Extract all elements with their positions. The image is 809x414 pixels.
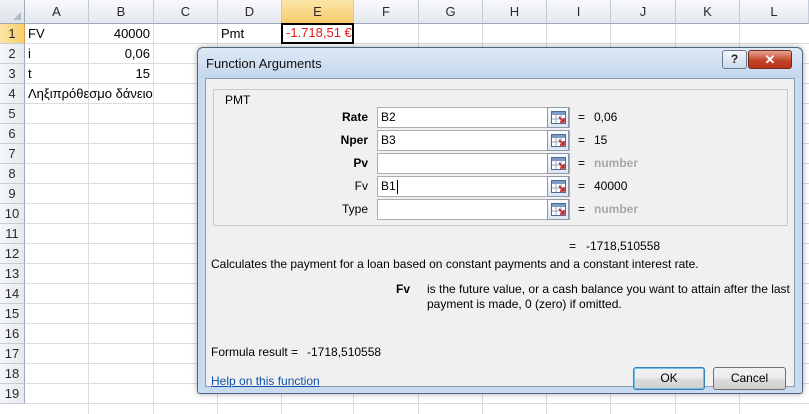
arg-equals-nper: = (578, 133, 586, 147)
column-header-k[interactable]: K (676, 0, 740, 24)
column-header-a[interactable]: A (25, 0, 89, 24)
range-select-icon (551, 134, 566, 147)
text-caret (397, 180, 398, 194)
dialog-titlebar[interactable]: Function Arguments ? ✕ (198, 48, 802, 78)
arg-input-nper[interactable]: B3 (377, 130, 570, 151)
arg-label-type: Type (341, 202, 368, 216)
arg-help-text-line2: payment is made, 0 (zero) if omitted. (427, 297, 622, 311)
arg-result-type: number (594, 202, 639, 216)
row-header-14[interactable]: 14 (0, 284, 25, 304)
row-header-13[interactable]: 13 (0, 264, 25, 284)
arg-result-rate: 0,06 (594, 110, 618, 124)
collapse-dialog-type-button[interactable] (547, 199, 569, 220)
arg-input-type[interactable] (377, 199, 570, 220)
row-header-5[interactable]: 5 (0, 104, 25, 124)
arg-result-nper: 15 (594, 133, 608, 147)
arg-result-pv: number (594, 156, 639, 170)
column-header-g[interactable]: G (419, 0, 483, 24)
arg-equals-fv: = (578, 179, 586, 193)
overall-result-equals: = (569, 239, 577, 253)
column-header-e[interactable]: E (282, 0, 354, 24)
collapse-dialog-fv-button[interactable] (547, 176, 569, 197)
cell-e1[interactable]: -1.718,51 € (281, 23, 354, 44)
cancel-button[interactable]: Cancel (713, 367, 786, 390)
column-header-j[interactable]: J (611, 0, 676, 24)
row-header-19[interactable]: 19 (0, 384, 25, 404)
row-header-17[interactable]: 17 (0, 344, 25, 364)
cell-b3[interactable]: 15 (89, 64, 153, 83)
arg-label-nper: Nper (340, 133, 368, 147)
arg-help-name: Fv (396, 282, 411, 296)
row-header-10[interactable]: 10 (0, 204, 25, 224)
function-groupbox: PMT Rate B2 = 0,06 Nper B3 = 15 Pv = number Fv B1 = 40… (213, 89, 788, 226)
cell-a3[interactable]: t (25, 64, 88, 83)
close-button[interactable]: ✕ (748, 50, 792, 69)
overall-result-value: -1718,510558 (586, 239, 661, 253)
arg-input-fv[interactable]: B1 (377, 176, 570, 197)
arg-equals-type: = (578, 202, 586, 216)
column-header-f[interactable]: F (354, 0, 419, 24)
row-header-12[interactable]: 12 (0, 244, 25, 264)
row-header-15[interactable]: 15 (0, 304, 25, 324)
arg-input-pv[interactable] (377, 153, 570, 174)
cell-b2[interactable]: 0,06 (89, 44, 153, 63)
dialog-title: Function Arguments (206, 56, 322, 71)
cell-d1[interactable]: Pmt (218, 24, 281, 43)
arg-label-rate: Rate (341, 110, 368, 124)
cell-b1[interactable]: 40000 (89, 24, 153, 43)
formula-result-label: Formula result = (211, 345, 299, 359)
arg-label-pv: Pv (353, 156, 368, 170)
row-header-9[interactable]: 9 (0, 184, 25, 204)
ok-button[interactable]: OK (633, 367, 705, 390)
collapse-dialog-rate-button[interactable] (547, 107, 569, 128)
row-gridline (25, 403, 809, 404)
dialog-body: PMT Rate B2 = 0,06 Nper B3 = 15 Pv = number Fv B1 = 40… (205, 78, 795, 390)
row-header-16[interactable]: 16 (0, 324, 25, 344)
function-arguments-dialog[interactable]: Function Arguments ? ✕ PMT Rate B2 = 0,06 Np… (197, 47, 803, 394)
help-title-button[interactable]: ? (722, 50, 747, 69)
row-header-6[interactable]: 6 (0, 124, 25, 144)
column-header-d[interactable]: D (218, 0, 282, 24)
row-header-8[interactable]: 8 (0, 164, 25, 184)
help-on-function-link[interactable]: Help on this function (211, 374, 320, 388)
range-select-icon (551, 157, 566, 170)
cell-a4[interactable]: Ληξιπρόθεσμο δάνειο (25, 84, 225, 103)
range-select-icon (551, 111, 566, 124)
arg-help-text-line1: is the future value, or a cash balance y… (427, 282, 790, 296)
column-gridline (153, 24, 154, 414)
collapse-dialog-nper-button[interactable] (547, 130, 569, 151)
arg-equals-pv: = (578, 156, 586, 170)
range-select-icon (551, 203, 566, 216)
row-header-2[interactable]: 2 (0, 44, 25, 64)
column-header-c[interactable]: C (154, 0, 218, 24)
arg-equals-rate: = (578, 110, 586, 124)
select-all-corner[interactable] (0, 0, 25, 24)
column-header-l[interactable]: L (740, 0, 809, 24)
arg-label-fv: Fv (354, 179, 368, 193)
cell-a1[interactable]: FV (25, 24, 88, 43)
function-name: PMT (223, 93, 253, 107)
formula-result-value: -1718,510558 (307, 345, 382, 359)
arg-input-rate[interactable]: B2 (377, 107, 570, 128)
row-header-4[interactable]: 4 (0, 84, 25, 104)
function-description: Calculates the payment for a loan based … (211, 257, 699, 271)
row-header-3[interactable]: 3 (0, 64, 25, 84)
row-header-11[interactable]: 11 (0, 224, 25, 244)
row-header-1[interactable]: 1 (0, 24, 25, 44)
column-header-h[interactable]: H (483, 0, 547, 24)
arg-result-fv: 40000 (594, 179, 628, 193)
row-header-18[interactable]: 18 (0, 364, 25, 384)
column-header-i[interactable]: I (547, 0, 611, 24)
collapse-dialog-pv-button[interactable] (547, 153, 569, 174)
row-header-7[interactable]: 7 (0, 144, 25, 164)
range-select-icon (551, 180, 566, 193)
column-header-b[interactable]: B (89, 0, 154, 24)
cell-a2[interactable]: i (25, 44, 88, 63)
